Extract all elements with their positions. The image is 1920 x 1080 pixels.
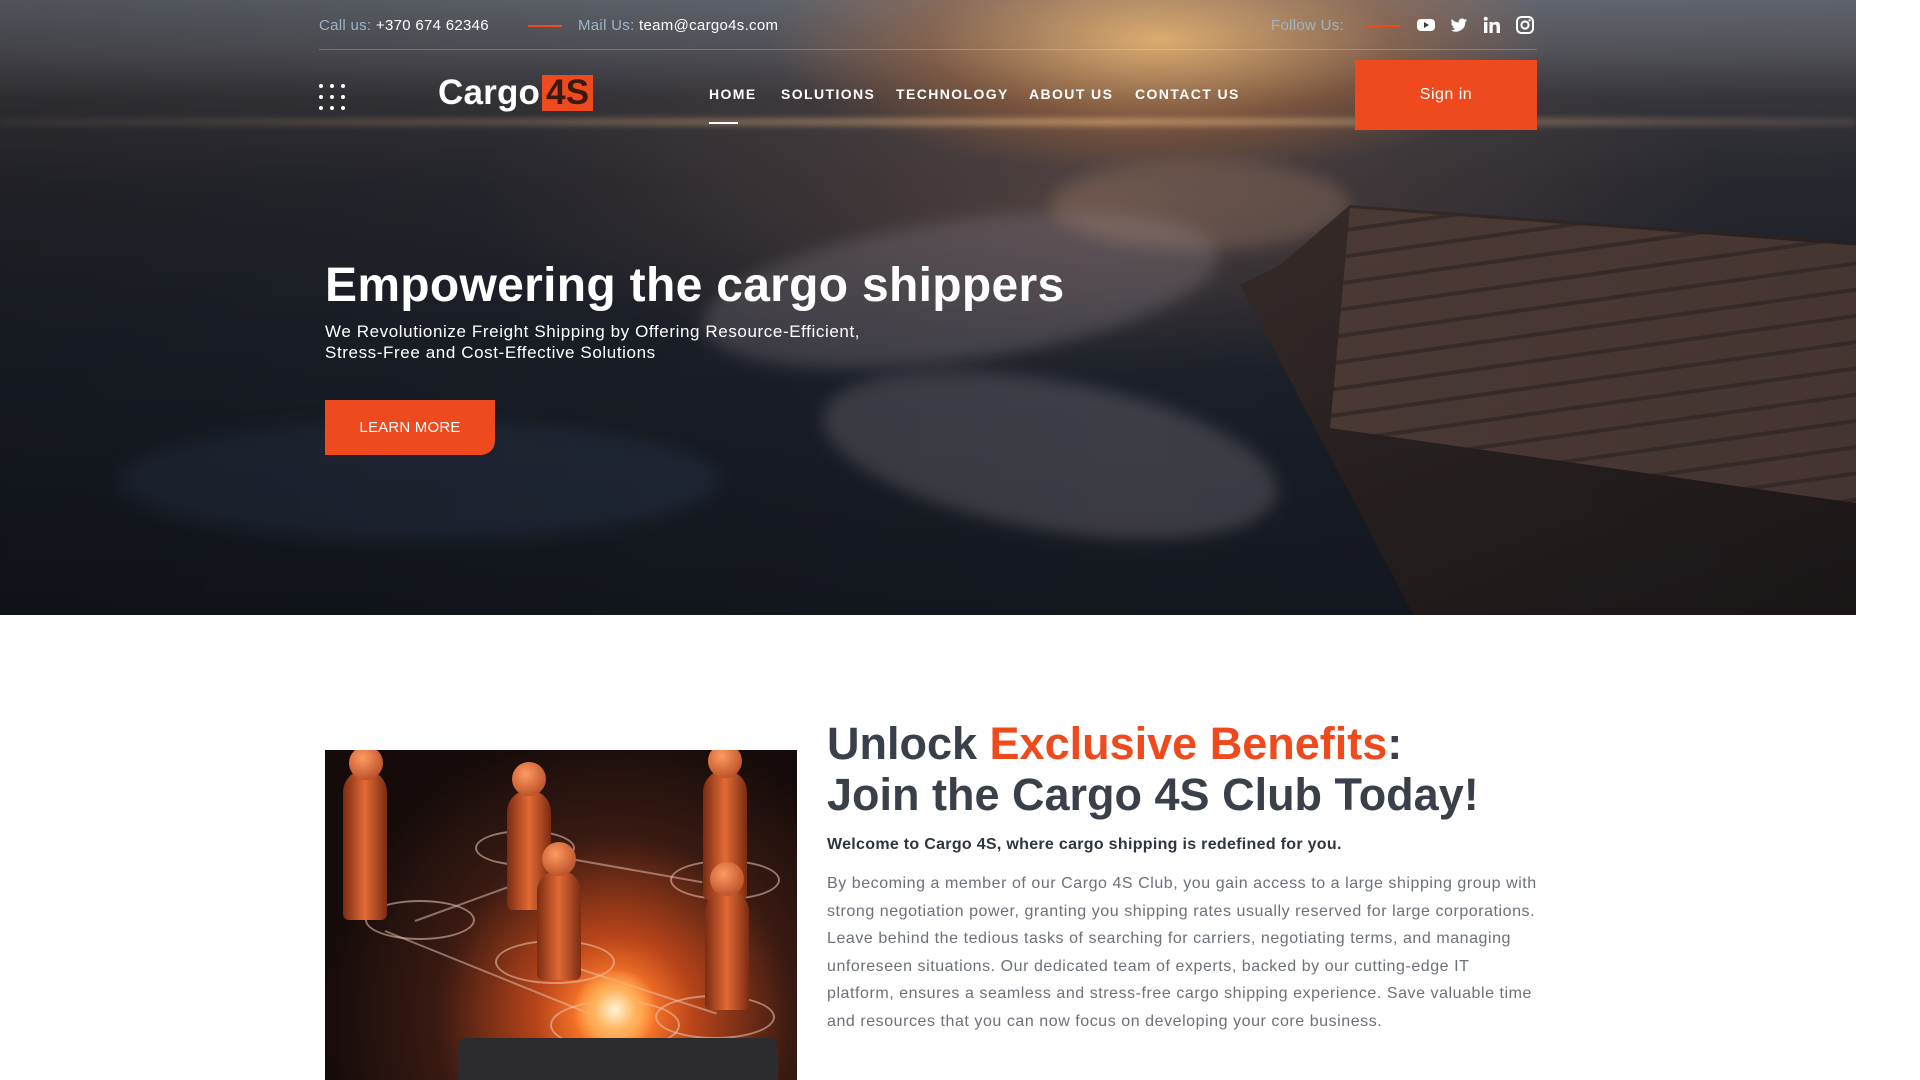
nav-contact-us[interactable]: CONTACT US bbox=[1135, 86, 1240, 102]
nav-active-indicator bbox=[709, 122, 738, 124]
mail-label: Mail Us: bbox=[578, 17, 635, 34]
hero-subtitle-line: We Revolutionize Freight Shipping by Off… bbox=[325, 322, 861, 341]
nav-home[interactable]: HOME bbox=[709, 86, 757, 102]
sign-in-button[interactable]: Sign in bbox=[1355, 60, 1537, 130]
youtube-icon[interactable] bbox=[1416, 15, 1436, 35]
club-heading: Unlock Exclusive Benefits: Join the Carg… bbox=[827, 718, 1627, 820]
instagram-icon[interactable] bbox=[1515, 15, 1535, 35]
menu-grid-icon[interactable] bbox=[319, 84, 345, 110]
follow-label: Follow Us: bbox=[1271, 17, 1345, 34]
phone-number[interactable]: +370 674 62346 bbox=[376, 17, 489, 34]
club-body-text: By becoming a member of our Cargo 4S Clu… bbox=[827, 875, 1537, 1030]
divider-dash bbox=[1366, 25, 1400, 27]
logo-text: Cargo bbox=[438, 73, 541, 112]
call-label: Call us: bbox=[319, 17, 372, 34]
contact-topbar: Call us: +370 674 62346 Mail Us: team@ca… bbox=[319, 0, 1537, 50]
learn-more-button[interactable]: LEARN MORE bbox=[325, 400, 495, 455]
twitter-icon[interactable] bbox=[1449, 15, 1469, 35]
call-us[interactable]: Call us: +370 674 62346 bbox=[319, 17, 489, 34]
linkedin-icon[interactable] bbox=[1482, 15, 1502, 35]
network-people-image bbox=[325, 750, 797, 1080]
club-heading-part: Unlock bbox=[827, 718, 990, 769]
hero-title: Empowering the cargo shippers bbox=[325, 259, 1065, 312]
club-heading-line2: Join the Cargo 4S Club Today! bbox=[827, 769, 1479, 820]
logo-badge: 4S bbox=[542, 75, 594, 111]
nav-technology[interactable]: TECHNOLOGY bbox=[896, 86, 1009, 102]
nav-solutions[interactable]: SOLUTIONS bbox=[781, 86, 875, 102]
hero-subtitle: We Revolutionize Freight Shipping by Off… bbox=[325, 321, 965, 363]
club-heading-part: : bbox=[1387, 718, 1403, 769]
cargo4s-logo[interactable]: Cargo 4S bbox=[438, 73, 594, 113]
hero-subtitle-line: Stress-Free and Cost-Effective Solutions bbox=[325, 343, 656, 362]
mail-us[interactable]: Mail Us: team@cargo4s.com bbox=[578, 17, 778, 34]
nav-about-us[interactable]: ABOUT US bbox=[1029, 86, 1113, 102]
divider-dash bbox=[528, 25, 562, 27]
overlay-card bbox=[458, 1038, 778, 1080]
club-heading-accent: Exclusive Benefits bbox=[989, 718, 1388, 769]
hero-section: Call us: +370 674 62346 Mail Us: team@ca… bbox=[0, 0, 1856, 615]
club-welcome-text: Welcome to Cargo 4S, where cargo shippin… bbox=[827, 836, 1342, 853]
email-address[interactable]: team@cargo4s.com bbox=[639, 17, 778, 34]
